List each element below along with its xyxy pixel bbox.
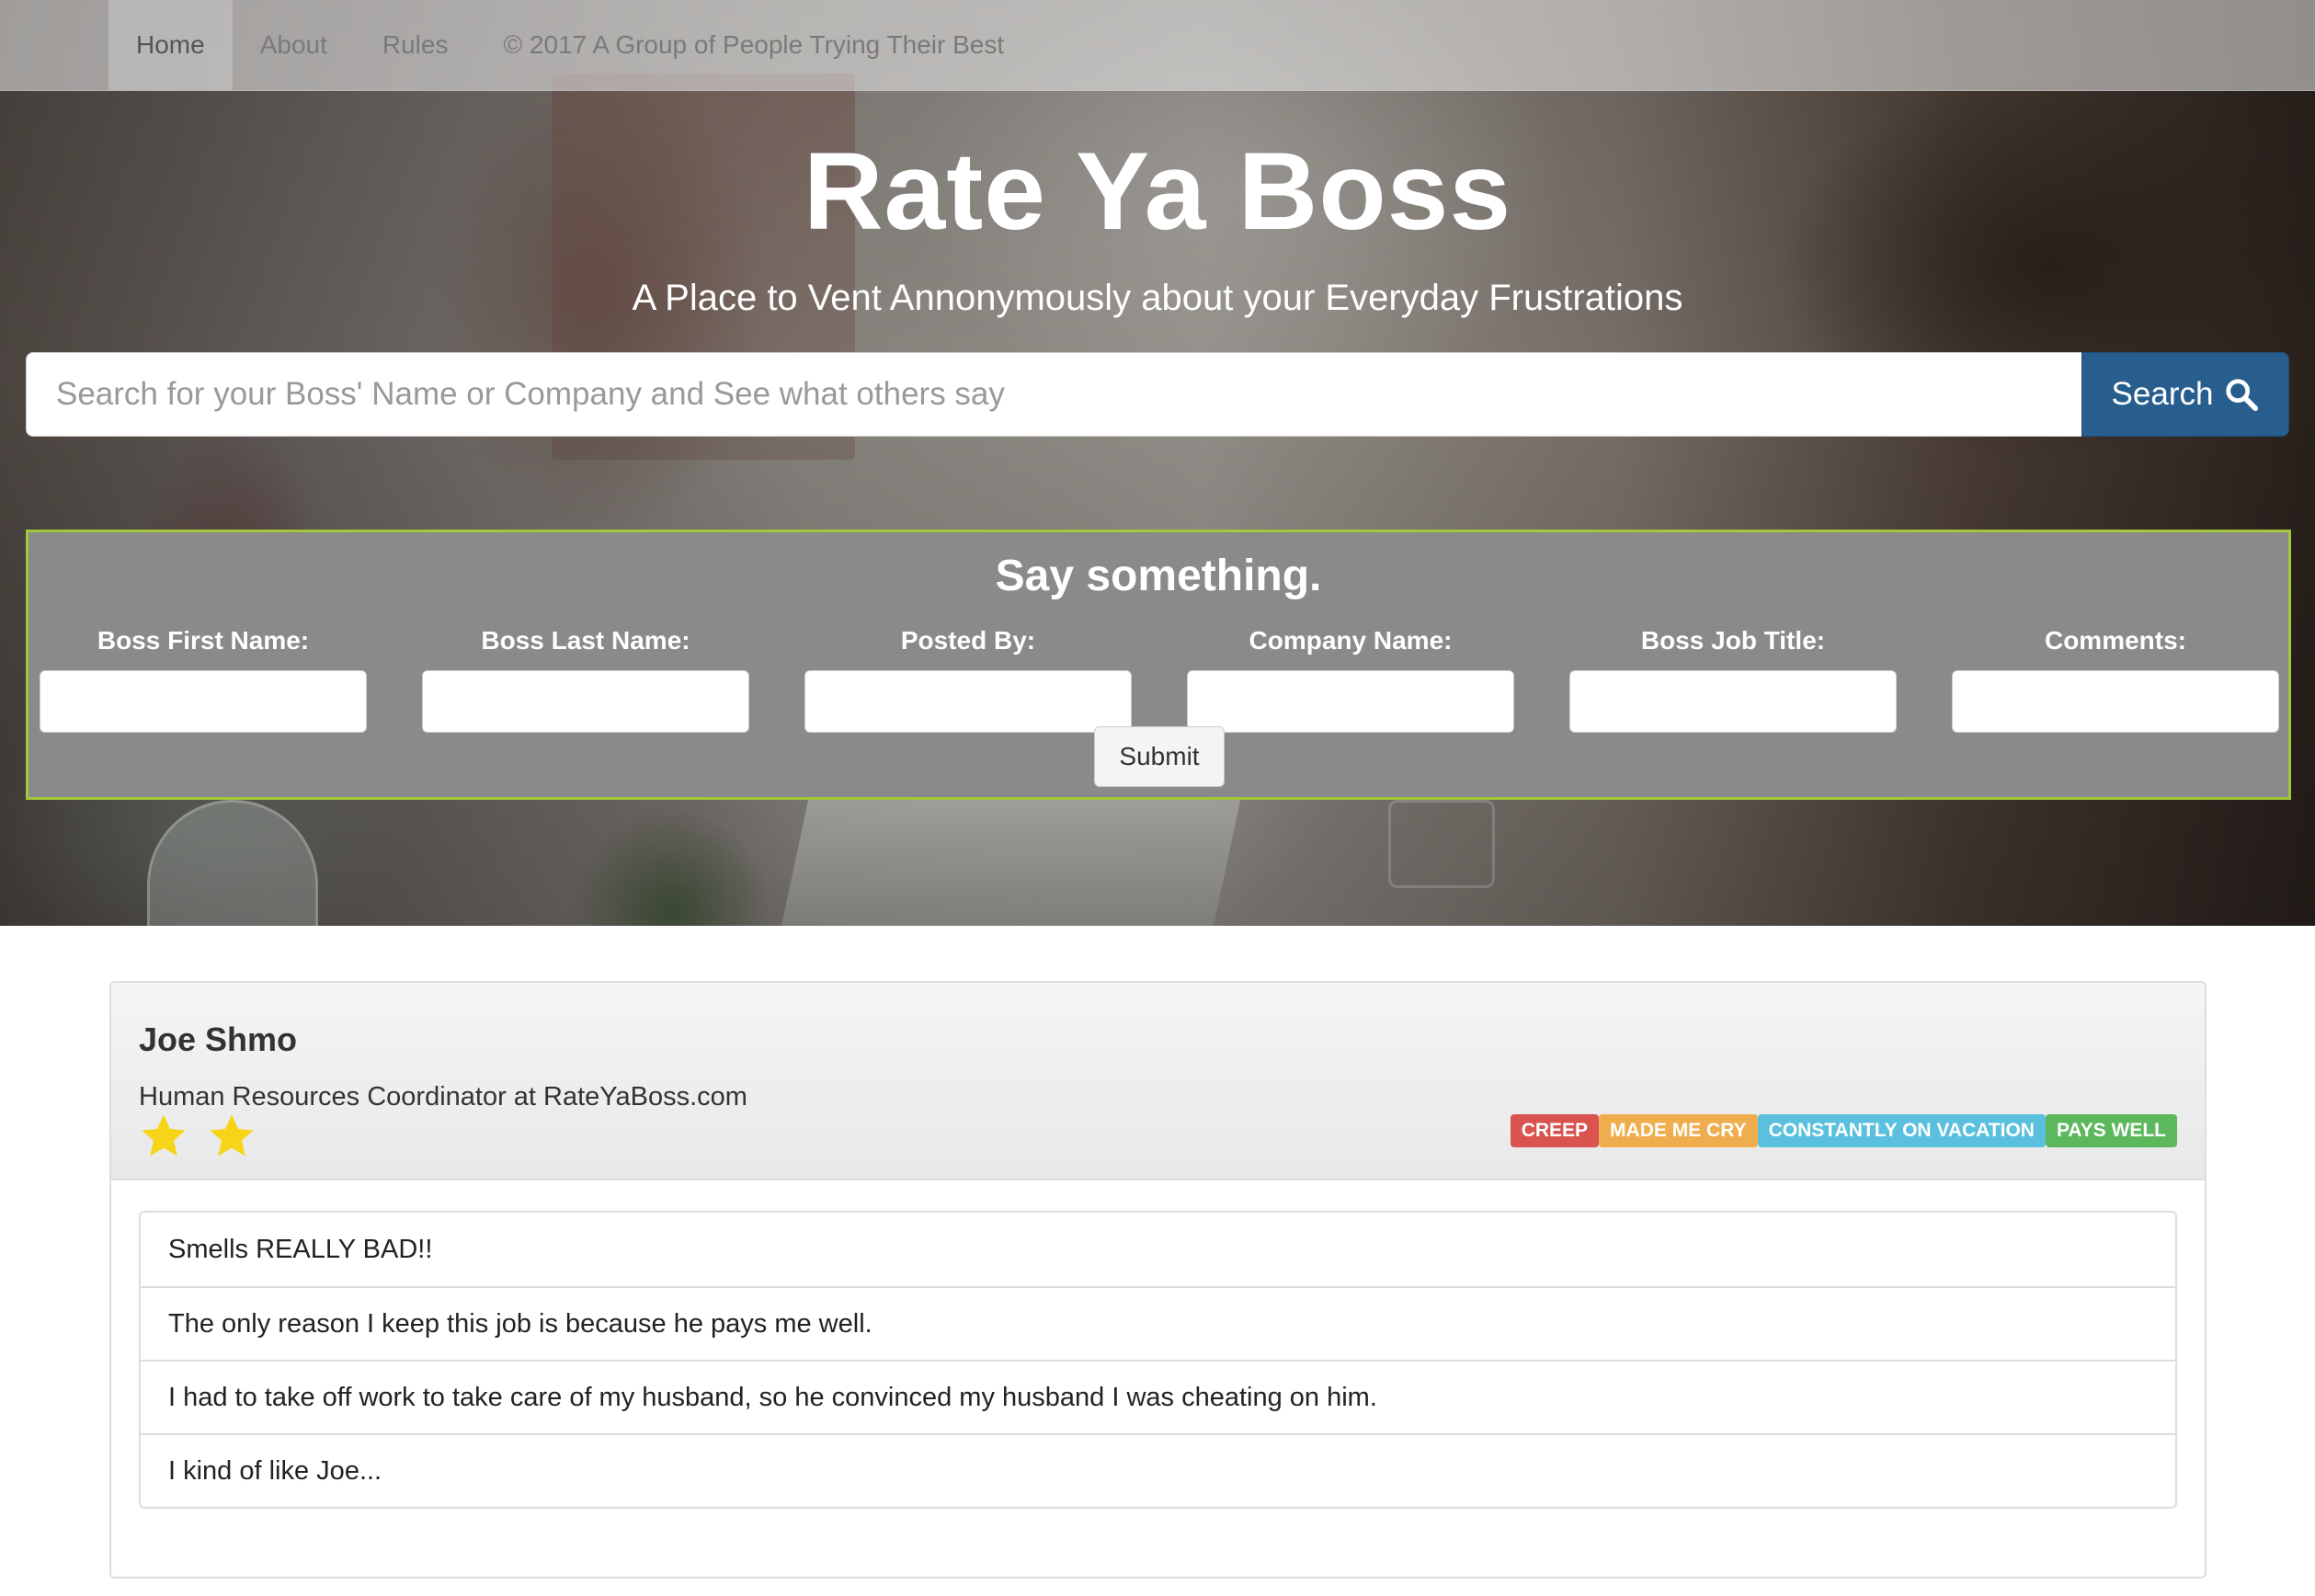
magnifier-icon: [2226, 379, 2259, 412]
tag-creep: CREEP: [1510, 1114, 1600, 1147]
boss-last-name-label: Boss Last Name:: [481, 626, 690, 655]
boss-name: Joe Shmo: [139, 1020, 298, 1058]
star-icon: [210, 1114, 254, 1157]
search-button-label: Search: [2111, 376, 2214, 412]
field-boss-first-name: Boss First Name:: [40, 622, 367, 733]
nav-item-home[interactable]: Home: [108, 0, 233, 90]
comments-input[interactable]: [1952, 670, 2279, 733]
boss-job-line: Human Resources Coordinator at RateYaBos…: [139, 1082, 747, 1112]
submit-button[interactable]: Submit: [1094, 726, 1225, 787]
posted-by-input[interactable]: [804, 670, 1132, 733]
posted-by-label: Posted By:: [900, 626, 1036, 655]
field-boss-last-name: Boss Last Name:: [422, 622, 749, 733]
star-icon: [142, 1114, 186, 1157]
company-name-label: Company Name:: [1249, 626, 1453, 655]
form-heading: Say something.: [995, 552, 1322, 600]
search-button[interactable]: Search: [2081, 352, 2289, 437]
field-company-name: Company Name:: [1187, 622, 1514, 733]
field-posted-by: Posted By:: [804, 622, 1132, 733]
field-boss-job-title: Boss Job Title:: [1569, 622, 1897, 733]
comment-item: The only reason I keep this job is becau…: [141, 1286, 2175, 1360]
top-navbar: Home About Rules © 2017 A Group of Peopl…: [0, 0, 2315, 91]
star-rating: [139, 1112, 257, 1161]
nav-list: Home About Rules © 2017 A Group of Peopl…: [108, 0, 1032, 90]
review-form: Say something. Boss First Name: Boss Las…: [26, 530, 2291, 800]
comment-item: I had to take off work to take care of m…: [141, 1360, 2175, 1433]
company-name-input[interactable]: [1187, 670, 1514, 733]
comment-item: I kind of like Joe...: [141, 1433, 2175, 1507]
comment-item: Smells REALLY BAD!!: [168, 1234, 433, 1264]
boss-review-card: Joe Shmo Human Resources Coordinator at …: [109, 981, 2207, 1579]
nav-item-rules[interactable]: Rules: [355, 0, 476, 90]
boss-last-name-input[interactable]: [422, 670, 749, 733]
field-comments: Comments:: [1952, 622, 2279, 733]
boss-first-name-input[interactable]: [40, 670, 367, 733]
boss-job-title-input[interactable]: [1569, 670, 1897, 733]
tag-constantly-on-vacation: CONSTANTLY ON VACATION: [1757, 1114, 2046, 1147]
boss-first-name-label: Boss First Name:: [97, 626, 310, 655]
tag-pays-well: PAYS WELL: [2045, 1114, 2177, 1147]
comment-list: Smells REALLY BAD!! The only reason I ke…: [139, 1211, 2177, 1509]
site-subtitle: A Place to Vent Annonymously about your …: [632, 278, 1683, 318]
comments-label: Comments:: [2044, 626, 2186, 655]
boss-job-title-label: Boss Job Title:: [1640, 626, 1826, 655]
tag-made-me-cry: MADE ME CRY: [1599, 1114, 1758, 1147]
review-card-header: Joe Shmo Human Resources Coordinator at …: [111, 983, 2205, 1180]
site-title: Rate Ya Boss: [803, 130, 1512, 253]
tag-list: CREEP MADE ME CRY CONSTANTLY ON VACATION…: [1510, 1114, 2177, 1147]
search-input[interactable]: [26, 352, 2081, 437]
nav-item-about[interactable]: About: [233, 0, 355, 90]
nav-copyright-text: © 2017 A Group of People Trying Their Be…: [503, 30, 1005, 59]
